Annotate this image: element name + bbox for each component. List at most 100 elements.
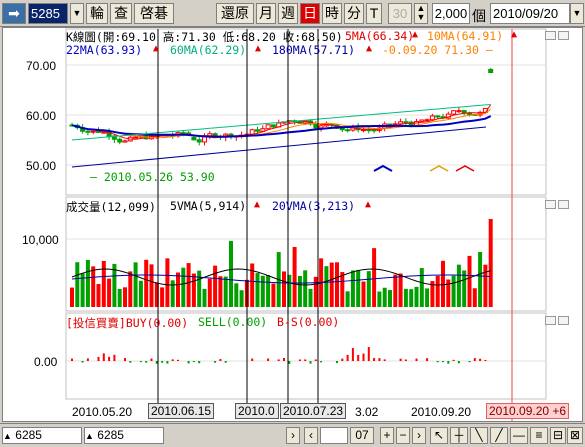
hline-tool-icon[interactable]: — (510, 427, 528, 444)
volume-bar (218, 276, 223, 307)
inst-bar (399, 358, 402, 361)
maximize-icon[interactable] (558, 200, 569, 209)
hour-button[interactable]: 時 (322, 3, 342, 24)
up-arrow-icon: ▲ (366, 43, 373, 54)
inst-bar (187, 361, 190, 364)
minimize-icon[interactable] (545, 200, 556, 209)
tick-button[interactable]: T (366, 3, 382, 24)
minimize-icon[interactable] (545, 31, 556, 40)
stock-code-input[interactable]: 5285 (28, 3, 68, 24)
chart-canvas[interactable] (2, 27, 583, 422)
dropdown-icon[interactable]: ▼ (70, 3, 84, 24)
zoom-field[interactable]: 07 (350, 427, 374, 444)
date-input[interactable]: 2010/09/20 (490, 3, 570, 24)
volume-bar (340, 272, 345, 307)
volume-bar (324, 266, 329, 307)
volume-bar (414, 286, 419, 307)
volume-bar (388, 290, 392, 307)
date-dropdown-icon[interactable]: ▼ (570, 3, 584, 24)
inst-bar (298, 359, 301, 361)
maximize-icon[interactable] (558, 31, 569, 40)
volume-bar (366, 271, 371, 307)
volume-bar (308, 288, 313, 307)
inst-bar (442, 361, 444, 363)
fibo-tool-icon[interactable]: ≡ (530, 427, 548, 444)
inst-bar (314, 359, 317, 361)
minimize-icon[interactable] (545, 316, 556, 325)
candle (435, 115, 441, 118)
candle (467, 112, 472, 115)
pointer-tool-icon[interactable]: ↖ (430, 427, 448, 444)
inst-bar (219, 359, 222, 361)
inst-bar (171, 359, 174, 361)
low-note: — 2010.05.26 53.90 (90, 170, 215, 184)
zoom-out-button[interactable]: − (396, 427, 410, 444)
tab-stock-1[interactable]: ▲ 6285 (2, 427, 82, 444)
inst-bar (373, 358, 376, 361)
line-tool-icon[interactable]: ╲ (470, 427, 488, 444)
inst-bar (426, 358, 429, 361)
maximize-icon[interactable] (558, 316, 569, 325)
inst-bar (277, 359, 280, 361)
inst-bar (436, 361, 439, 363)
minute-button[interactable]: 分 (344, 3, 364, 24)
segment-tool-icon[interactable]: ╱ (490, 427, 508, 444)
ma180-label: 180MA(57.71) (272, 43, 356, 57)
quantity-left-field[interactable]: 30 (388, 3, 412, 24)
scroll-track[interactable] (320, 427, 348, 444)
volume-bar (197, 270, 202, 307)
cursor-date-label: 2010.09.20 +6 (486, 403, 570, 419)
candle (270, 124, 276, 128)
inst-bar (378, 358, 381, 361)
arrow-right-icon[interactable]: ➡ (2, 3, 26, 24)
inst-bar (473, 358, 476, 361)
candle (403, 121, 409, 124)
candle (313, 123, 319, 129)
inst-bar (362, 353, 365, 361)
pattern-marker (373, 164, 393, 172)
inst-bar (166, 361, 169, 364)
scroll-right-icon[interactable]: › (286, 427, 300, 444)
pattern-marker (455, 165, 475, 172)
split-tool-icon[interactable]: ⊟ (550, 427, 566, 444)
restore-button[interactable]: 還原 (216, 3, 254, 24)
inst-bar (224, 361, 227, 363)
volume-bar (329, 262, 334, 307)
tab-stock-2[interactable]: ▲ 6285 (84, 427, 164, 444)
wheel-button[interactable]: 輪 (86, 3, 108, 24)
candle (196, 139, 202, 143)
volume-bar (409, 289, 414, 307)
scroll-left-icon[interactable]: ‹ (304, 427, 318, 444)
volume-bar (144, 259, 149, 307)
inst-bar (357, 354, 360, 361)
x-tick-box: 2010.06.15 (148, 403, 215, 419)
quantity-input[interactable]: 2,000 (432, 3, 470, 24)
ma22-label: 22MA(63.93) (66, 43, 143, 57)
x-tick: 2010.09.20 (411, 405, 472, 419)
month-button[interactable]: 月 (256, 3, 276, 24)
volume-bar (271, 283, 276, 307)
scroll-end-icon[interactable]: › (412, 427, 426, 444)
day-button[interactable]: 日 (300, 3, 320, 24)
ma5-label: 5MA(66.34) (345, 29, 415, 43)
y-tick: 50.00 (26, 159, 57, 173)
candle (429, 115, 435, 121)
zoom-in-button[interactable]: + (380, 427, 394, 444)
y-tick: 70.00 (26, 59, 57, 73)
text-tool-icon[interactable]: ⊠ (567, 427, 583, 444)
bottom-bar: ▲ 6285 ▲ 6285 › ‹ 07 + − › ↖ ┼ ╲ ╱ — ≡ ⊟… (0, 423, 585, 447)
volume-bar (356, 269, 361, 307)
spin-icon[interactable]: ▲ ▼ (414, 3, 428, 24)
volume-bar (213, 265, 218, 307)
candle (90, 130, 96, 133)
inst-bar (124, 358, 126, 361)
inst-bar (341, 358, 344, 361)
week-button[interactable]: 週 (278, 3, 298, 24)
quantity-unit: 個 (472, 8, 486, 24)
crosshair-tool-icon[interactable]: ┼ (450, 427, 468, 444)
query-button[interactable]: 查 (110, 3, 132, 24)
candle (456, 110, 462, 113)
candle (366, 129, 372, 132)
inst-bar (97, 356, 100, 361)
volume-bar (123, 287, 127, 307)
